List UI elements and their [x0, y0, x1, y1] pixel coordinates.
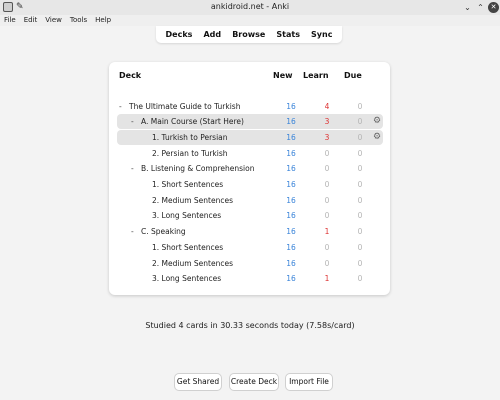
due-count: 0: [357, 211, 363, 220]
gear-icon[interactable]: ⚙: [373, 132, 381, 143]
new-count: 16: [286, 274, 296, 283]
collapse-toggle[interactable]: -: [131, 116, 134, 127]
menu-edit[interactable]: Edit: [24, 15, 38, 26]
deck-name[interactable]: 2. Medium Sentences: [152, 258, 233, 269]
deck-row[interactable]: 1. Short Sentences 16 0 0: [117, 177, 383, 192]
due-count: 0: [357, 102, 363, 111]
learn-count: 1: [324, 227, 330, 236]
due-count: 0: [357, 274, 363, 283]
new-count: 16: [286, 102, 296, 111]
header-deck: Deck: [119, 71, 142, 80]
deck-row[interactable]: 1. Turkish to Persian 16 3 0 ⚙: [117, 130, 383, 145]
deck-row[interactable]: - B. Listening & Comprehension 16 0 0: [117, 161, 383, 176]
deck-row[interactable]: 2. Persian to Turkish 16 0 0: [117, 146, 383, 161]
menu-bar: File Edit View Tools Help: [0, 15, 500, 26]
learn-count: 4: [324, 102, 330, 111]
due-count: 0: [357, 259, 363, 268]
get-shared-button[interactable]: Get Shared: [174, 373, 222, 391]
deck-row[interactable]: - C. Speaking 16 1 0: [117, 224, 383, 239]
new-count: 16: [286, 180, 296, 189]
learn-count: 3: [324, 133, 330, 142]
close-icon[interactable]: ✕: [488, 2, 499, 13]
create-deck-button[interactable]: Create Deck: [229, 373, 279, 391]
deck-name[interactable]: A. Main Course (Start Here): [141, 116, 244, 127]
main-toolbar: Decks Add Browse Stats Sync: [156, 26, 342, 43]
learn-count: 0: [324, 211, 330, 220]
due-count: 0: [357, 164, 363, 173]
deck-row[interactable]: - The Ultimate Guide to Turkish 16 4 0: [117, 99, 383, 114]
deck-row[interactable]: 2. Medium Sentences 16 0 0: [117, 256, 383, 271]
deck-row[interactable]: - A. Main Course (Start Here) 16 3 0 ⚙: [117, 114, 383, 129]
due-count: 0: [357, 180, 363, 189]
new-count: 16: [286, 196, 296, 205]
header-new: New: [273, 71, 293, 80]
toolbar-decks[interactable]: Decks: [166, 30, 193, 39]
menu-view[interactable]: View: [45, 15, 62, 26]
new-count: 16: [286, 149, 296, 158]
toolbar-stats[interactable]: Stats: [276, 30, 300, 39]
menu-tools[interactable]: Tools: [70, 15, 87, 26]
deck-row[interactable]: 2. Medium Sentences 16 0 0: [117, 193, 383, 208]
deck-name[interactable]: 1. Turkish to Persian: [152, 132, 228, 143]
learn-count: 0: [324, 243, 330, 252]
learn-count: 0: [324, 149, 330, 158]
due-count: 0: [357, 133, 363, 142]
learn-count: 3: [324, 117, 330, 126]
collapse-toggle[interactable]: -: [131, 226, 134, 237]
deck-row[interactable]: 3. Long Sentences 16 0 0: [117, 208, 383, 223]
title-bar: ✎ ankidroid.net - Anki ⌄ ⌃ ✕: [0, 0, 500, 15]
deck-list-panel: Deck New Learn Due - The Ultimate Guide t…: [109, 62, 390, 295]
deck-name[interactable]: 2. Persian to Turkish: [152, 148, 228, 159]
learn-count: 1: [324, 274, 330, 283]
new-count: 16: [286, 259, 296, 268]
deck-name[interactable]: B. Listening & Comprehension: [141, 163, 255, 174]
study-summary: Studied 4 cards in 30.33 seconds today (…: [145, 321, 355, 330]
toolbar-sync[interactable]: Sync: [311, 30, 332, 39]
deck-row[interactable]: 1. Short Sentences 16 0 0: [117, 240, 383, 255]
deck-name[interactable]: 1. Short Sentences: [152, 179, 223, 190]
header-learn: Learn: [303, 71, 329, 80]
due-count: 0: [357, 196, 363, 205]
menu-help[interactable]: Help: [95, 15, 111, 26]
due-count: 0: [357, 149, 363, 158]
learn-count: 0: [324, 164, 330, 173]
deck-name[interactable]: The Ultimate Guide to Turkish: [129, 101, 240, 112]
window-title: ankidroid.net - Anki: [210, 2, 290, 11]
deck-name[interactable]: C. Speaking: [141, 226, 186, 237]
due-count: 0: [357, 117, 363, 126]
deck-name[interactable]: 1. Short Sentences: [152, 242, 223, 253]
deck-row[interactable]: 3. Long Sentences 16 1 0: [117, 271, 383, 286]
minimize-icon[interactable]: ⌄: [462, 2, 473, 13]
new-count: 16: [286, 211, 296, 220]
gear-icon[interactable]: ⚙: [373, 116, 381, 127]
due-count: 0: [357, 243, 363, 252]
learn-count: 0: [324, 180, 330, 189]
learn-count: 0: [324, 259, 330, 268]
toolbar-browse[interactable]: Browse: [232, 30, 265, 39]
new-count: 16: [286, 117, 296, 126]
collapse-toggle[interactable]: -: [119, 101, 122, 112]
collapse-toggle[interactable]: -: [131, 163, 134, 174]
new-count: 16: [286, 227, 296, 236]
deck-name[interactable]: 2. Medium Sentences: [152, 195, 233, 206]
new-count: 16: [286, 164, 296, 173]
deck-name[interactable]: 3. Long Sentences: [152, 273, 221, 284]
import-file-button[interactable]: Import File: [285, 373, 333, 391]
toolbar-add[interactable]: Add: [203, 30, 221, 39]
menu-file[interactable]: File: [4, 15, 16, 26]
due-count: 0: [357, 227, 363, 236]
new-count: 16: [286, 133, 296, 142]
new-count: 16: [286, 243, 296, 252]
deck-name[interactable]: 3. Long Sentences: [152, 210, 221, 221]
learn-count: 0: [324, 196, 330, 205]
maximize-icon[interactable]: ⌃: [475, 2, 486, 13]
header-due: Due: [344, 71, 362, 80]
